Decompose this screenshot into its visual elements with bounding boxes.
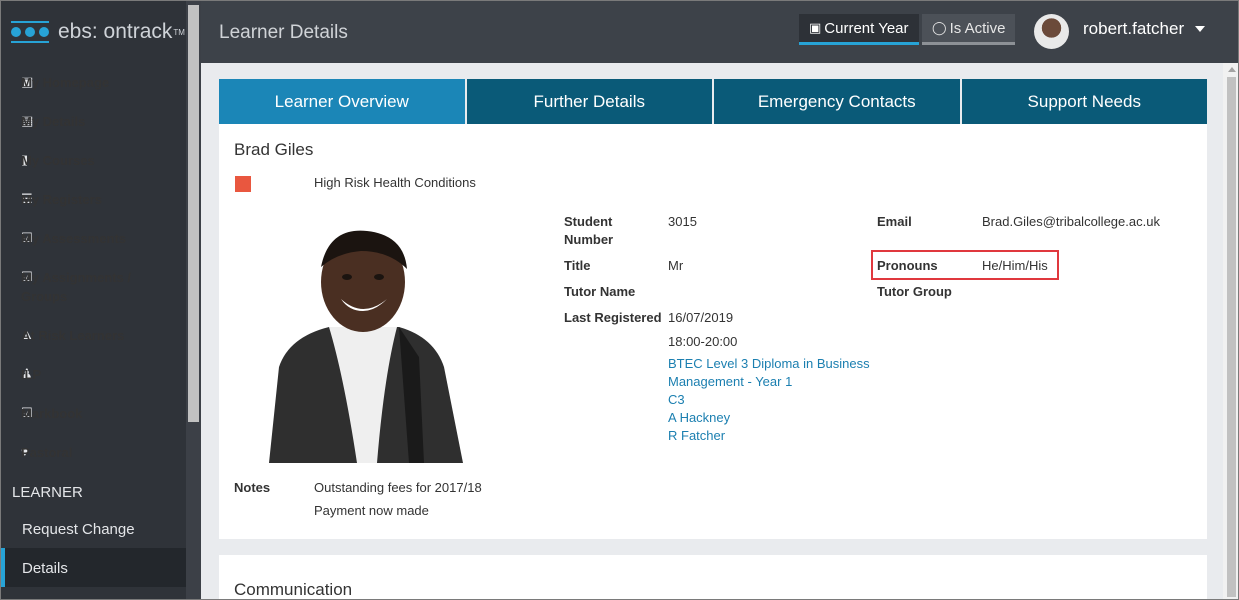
main-scrollbar-thumb[interactable] [1227,77,1236,597]
main-content: Learner Overview Further Details Emergen… [201,63,1223,599]
student-number-value: 3015 [668,214,697,229]
title-value: Mr [668,258,684,273]
sidebar-item-details[interactable]: Details [1,548,186,587]
trademark: TM [173,27,185,37]
tab-support-needs[interactable]: Support Needs [961,79,1207,124]
notes-label: Notes [234,480,271,495]
communication-title: Communication [234,580,353,599]
current-year-filter[interactable]: ▣ Current Year [799,14,919,45]
lightbulb-icon: ◯ [932,20,947,35]
sidebar-item-label: My Registers [21,192,102,207]
top-bar: Learner Details ▣ Current Year ◯ Is Acti… [201,1,1238,63]
sidebar-section-learner: LEARNER [12,484,83,501]
calendar-icon: ▣ [809,20,822,35]
tab-learner-overview[interactable]: Learner Overview [219,79,465,124]
sidebar-item-my-courses[interactable]: ▮ My Courses [1,141,186,180]
sidebar-item-my-details[interactable]: ▤ My Details [1,102,186,141]
risk-flag-text: High Risk Health Conditions [314,175,476,190]
sidebar-item-label: My Homepage [21,75,110,90]
logo-icon [11,21,49,43]
pronouns-value: He/Him/His [982,258,1048,273]
student-number-label: Student Number [564,214,614,247]
email-value: Brad.Giles@tribalcollege.ac.uk [982,214,1160,229]
sidebar-item-markbook[interactable]: ☑ Markbook [1,394,186,433]
sidebar-item-label: Markbook [21,406,83,421]
scroll-up-icon[interactable] [1228,67,1236,72]
sidebar: ebs: ontrack TM ▣ My Homepage ▤ My Detail… [1,1,186,599]
brand-logo[interactable]: ebs: ontrack TM [1,1,186,63]
sidebar-item-at-risk-learners[interactable]: ▲ At Risk Learners [1,316,186,355]
communication-card: Communication [219,555,1207,599]
sidebar-item-label: My Assessments [21,231,127,246]
risk-flag-icon [235,176,251,192]
tab-further-details[interactable]: Further Details [466,79,712,124]
sidebar-item-label: ILP [21,367,42,382]
sidebar-item-my-assignments[interactable]: ☑ My Assignments / Groups [1,258,186,316]
page-title: Learner Details [219,22,348,43]
tutor-name-label: Tutor Name [564,284,636,299]
room-link[interactable]: C3 [668,391,685,409]
last-registered-time: 18:00-20:00 [668,334,738,349]
tab-bar: Learner Overview Further Details Emergen… [219,79,1207,124]
learner-photo [249,227,463,463]
pronouns-label: Pronouns [877,258,938,273]
is-active-filter[interactable]: ◯ Is Active [922,14,1016,45]
current-year-label: Current Year [824,19,909,37]
staff-link-1[interactable]: A Hackney [668,409,730,427]
sidebar-item-my-registers[interactable]: ☰ My Registers [1,180,186,219]
sidebar-item-my-homepage[interactable]: ▣ My Homepage [1,63,186,102]
staff-link-2[interactable]: R Fatcher [668,427,725,445]
sidebar-item-label: My Courses [21,153,95,168]
tutor-group-label: Tutor Group [877,284,952,299]
last-registered-label: Last Registered [564,310,662,325]
learner-overview-card: Brad Giles High Risk Health Conditions S… [219,124,1207,539]
app-window: ebs: ontrack TM ▣ My Homepage ▤ My Detail… [0,0,1239,600]
course-link-line2[interactable]: Management - Year 1 [668,373,792,391]
avatar[interactable] [1034,14,1069,49]
sidebar-item-ilp[interactable]: ♟ ILP [1,355,186,394]
sidebar-item-my-assessments[interactable]: ☑ My Assessments [1,219,186,258]
sidebar-item-label: Pastoral [21,445,73,460]
sidebar-item-pastoral[interactable]: ♥ Pastoral [1,433,186,472]
course-link-line1[interactable]: BTEC Level 3 Diploma in Business [668,355,870,373]
learner-name: Brad Giles [234,140,314,159]
tab-emergency-contacts[interactable]: Emergency Contacts [714,79,960,124]
sidebar-scrollbar-thumb[interactable] [188,5,199,422]
notes-line-1: Outstanding fees for 2017/18 [314,480,482,495]
chevron-down-icon[interactable] [1195,26,1205,32]
main-scrollbar[interactable] [1223,63,1238,599]
username[interactable]: robert.fatcher [1083,19,1184,39]
sidebar-item-request-change[interactable]: Request Change [1,509,186,548]
title-label: Title [564,258,591,273]
notes-line-2: Payment now made [314,503,429,518]
sidebar-item-label: My Details [21,114,86,129]
sidebar-item-label: At Risk Learners [21,328,125,343]
email-label: Email [877,214,912,229]
brand-name: ebs: ontrack [58,20,173,43]
is-active-label: Is Active [949,19,1006,37]
sidebar-item-label: My Assignments / Groups [21,270,132,304]
last-registered-date: 16/07/2019 [668,310,734,325]
